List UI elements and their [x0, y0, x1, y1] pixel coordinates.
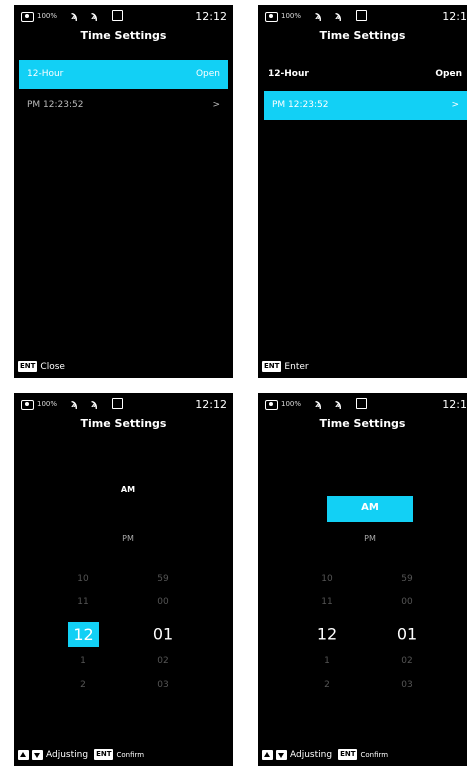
footer-confirm-text: Confirm [360, 750, 389, 759]
bluetooth-icon: ϡ [91, 9, 98, 22]
page-title: Time Settings [80, 29, 167, 42]
pm-option[interactable]: PM [122, 534, 134, 543]
battery-level: 100% [281, 12, 302, 20]
camera-icon [265, 12, 278, 22]
down-arrow-key-icon [32, 749, 43, 760]
minute-selected[interactable]: 01 [397, 625, 417, 644]
hour-option[interactable]: 10 [321, 574, 332, 584]
chevron-right-icon: > [212, 100, 220, 110]
phone-icon [356, 10, 367, 21]
minute-option[interactable]: 00 [401, 597, 412, 607]
screen-time-settings-2: 100% ϡ ϡ 12:1 Time Settings 12-Hour Open… [258, 5, 467, 378]
footer-text: Adjusting [290, 749, 333, 760]
minute-option[interactable]: 59 [401, 574, 412, 584]
page-title: Time Settings [319, 417, 406, 430]
bluetooth-icon: ϡ [335, 9, 342, 22]
hour-selected[interactable]: 12 [317, 625, 337, 644]
clock: 12:12 [195, 10, 227, 23]
minute-option[interactable]: 03 [157, 680, 168, 690]
battery-level: 100% [281, 400, 302, 408]
am-option[interactable]: AM [121, 485, 135, 494]
phone-icon [112, 398, 123, 409]
row-12-hour[interactable]: 12-Hour Open [260, 60, 464, 89]
footer-text: Enter [284, 361, 309, 372]
minute-option[interactable]: 02 [401, 656, 412, 666]
hour-option[interactable]: 1 [80, 656, 86, 666]
footer-text: Close [40, 361, 65, 372]
row-value: Open [195, 69, 220, 79]
minute-option[interactable]: 59 [157, 574, 168, 584]
minute-option[interactable]: 00 [157, 597, 168, 607]
footer-confirm-text: Confirm [116, 750, 145, 759]
phone-icon [112, 10, 123, 21]
am-option-selected[interactable]: AM [327, 496, 413, 522]
up-arrow-key-icon [18, 749, 29, 760]
row-time[interactable]: PM 12:23:52 > [19, 91, 228, 120]
pm-option[interactable]: PM [364, 534, 376, 543]
page-title: Time Settings [319, 29, 406, 42]
clock: 12:12 [195, 398, 227, 411]
clock: 12:1 [442, 10, 467, 23]
wifi-icon: ϡ [315, 9, 322, 22]
status-bar: 100% ϡ ϡ 12:12 [14, 393, 233, 415]
battery-level: 100% [37, 400, 58, 408]
hour-option[interactable]: 1 [324, 656, 330, 666]
minute-option[interactable]: 02 [157, 656, 168, 666]
status-bar: 100% ϡ ϡ 12:1 [258, 393, 467, 415]
down-arrow-key-icon [276, 749, 287, 760]
footer-hint: Adjusting ENT Confirm [262, 749, 388, 760]
ent-key-icon: ENT [262, 361, 282, 372]
hour-option[interactable]: 10 [77, 574, 88, 584]
hour-option[interactable]: 2 [80, 680, 86, 690]
battery-level: 100% [37, 12, 58, 20]
page-title: Time Settings [80, 417, 167, 430]
row-label: PM 12:23:52 [27, 100, 84, 110]
camera-icon [21, 12, 34, 22]
footer-hint: ENT Close [18, 361, 65, 372]
screen-time-picker-1: 100% ϡ ϡ 12:12 Time Settings AM PM 10 11… [14, 393, 233, 766]
bluetooth-icon: ϡ [91, 397, 98, 410]
wifi-icon: ϡ [71, 397, 78, 410]
status-bar: 100% ϡ ϡ 12:1 [258, 5, 467, 27]
hour-selected[interactable]: 12 [68, 622, 99, 647]
footer-hint: Adjusting ENT Confirm [18, 749, 144, 760]
minute-option[interactable]: 03 [401, 680, 412, 690]
wifi-icon: ϡ [71, 9, 78, 22]
screen-time-picker-2: 100% ϡ ϡ 12:1 Time Settings AM PM 10 11 … [258, 393, 467, 766]
hour-option[interactable]: 2 [324, 680, 330, 690]
bluetooth-icon: ϡ [335, 397, 342, 410]
chevron-right-icon: > [451, 100, 459, 110]
ent-key-icon: ENT [18, 361, 38, 372]
ent-key-icon: ENT [338, 749, 358, 760]
status-bar: 100% ϡ ϡ 12:12 [14, 5, 233, 27]
row-time[interactable]: PM 12:23:52 > [264, 91, 467, 120]
row-label: 12-Hour [268, 69, 309, 79]
row-12-hour[interactable]: 12-Hour Open [19, 60, 228, 89]
row-label: PM 12:23:52 [272, 100, 329, 110]
row-value: Open [435, 69, 462, 79]
camera-icon [21, 400, 34, 410]
footer-text: Adjusting [46, 749, 89, 760]
footer-hint: ENT Enter [262, 361, 309, 372]
row-label: 12-Hour [27, 69, 64, 79]
minute-selected[interactable]: 01 [153, 625, 173, 644]
hour-option[interactable]: 11 [321, 597, 332, 607]
ent-key-icon: ENT [94, 749, 114, 760]
screen-time-settings-1: 100% ϡ ϡ 12:12 Time Settings 12-Hour Ope… [14, 5, 233, 378]
clock: 12:1 [442, 398, 467, 411]
up-arrow-key-icon [262, 749, 273, 760]
phone-icon [356, 398, 367, 409]
hour-option[interactable]: 11 [77, 597, 88, 607]
wifi-icon: ϡ [315, 397, 322, 410]
camera-icon [265, 400, 278, 410]
